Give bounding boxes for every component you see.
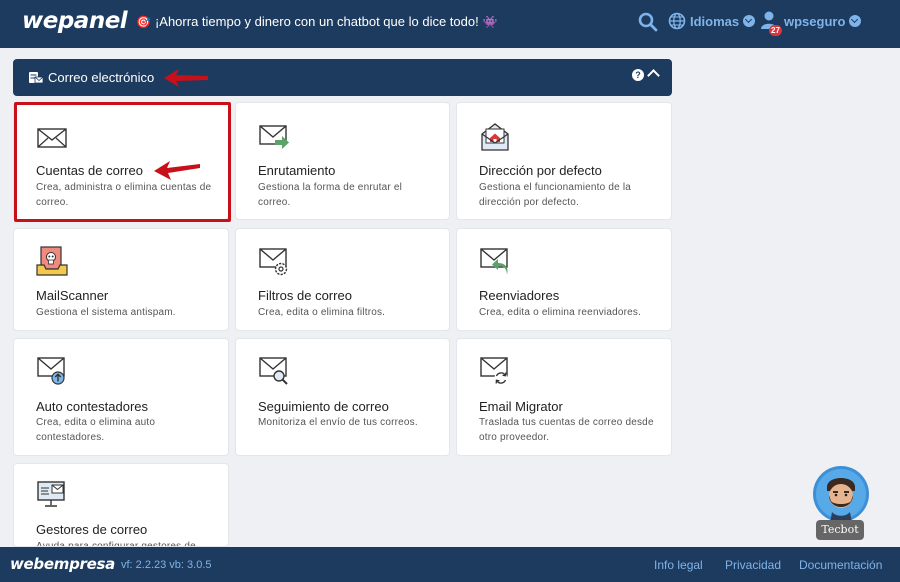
username: wpseguro	[784, 13, 846, 29]
card-seguimiento-de-correo[interactable]: Seguimiento de correo Monitoriza el enví…	[235, 338, 450, 456]
card-enrutamiento[interactable]: Enrutamiento Gestiona la forma de enruta…	[235, 102, 450, 220]
notification-badge: 27	[769, 25, 782, 36]
mailscanner-icon	[36, 246, 68, 276]
card-description: Crea, edita o elimina reenviadores.	[479, 307, 642, 318]
card-description: Crea, administra o elimina cuentas de co…	[36, 182, 212, 208]
card-description: Ayuda para configurar gestores de correo…	[36, 541, 196, 547]
rocket-icon: 🎯	[136, 14, 151, 29]
card-title: Email Migrator	[479, 399, 563, 414]
envelope-upload-icon	[37, 357, 65, 385]
version-info: vf: 2.2.23 vb: 3.0.5	[121, 559, 212, 571]
card-gestores-de-correo[interactable]: Gestores de correo Ayuda para configurar…	[13, 463, 229, 547]
collapse-chevron-icon[interactable]	[647, 69, 660, 82]
help-icon[interactable]: ?	[632, 69, 644, 81]
globe-icon	[668, 12, 686, 30]
section-title: Correo electrónico	[48, 70, 155, 85]
envelope-gear-icon	[259, 248, 288, 276]
webempresa-logo[interactable]: webempresa	[10, 555, 115, 573]
languages-label: Idiomas	[690, 13, 740, 29]
alien-icon: 👾	[482, 14, 498, 29]
user-avatar: 27	[760, 10, 782, 36]
envelope-home-icon	[481, 123, 509, 151]
card-title: Auto contestadores	[36, 399, 149, 414]
promo-text: ¡Ahorra tiempo y dinero con un chatbot q…	[154, 14, 479, 29]
promo-banner[interactable]: 🎯 ¡Ahorra tiempo y dinero con un chatbot…	[136, 14, 498, 29]
envelope-reply-icon	[480, 248, 508, 275]
envelope-forward-icon	[259, 125, 289, 149]
card-description: Monitoriza el envío de tus correos.	[258, 417, 418, 428]
chevron-down-icon	[743, 15, 756, 27]
chevron-down-icon	[849, 15, 862, 27]
bearded-avatar-icon	[813, 466, 869, 523]
card-description: Gestiona el sistema antispam.	[36, 307, 176, 318]
card-reenviadores[interactable]: Reenviadores Crea, edita o elimina reenv…	[456, 228, 672, 331]
footer-link-info-legal[interactable]: Info legal	[654, 558, 703, 572]
top-bar: wepanel 🎯 ¡Ahorra tiempo y dinero con un…	[0, 0, 900, 48]
card-title: Seguimiento de correo	[258, 399, 389, 414]
card-auto-contestadores[interactable]: Auto contestadores Crea, edita o elimina…	[13, 338, 229, 456]
envelope-sync-icon	[480, 357, 508, 385]
user-menu[interactable]: 27 wpseguro	[760, 10, 862, 36]
monitor-mail-icon	[37, 481, 65, 507]
card-description: Traslada tus cuentas de correo desde otr…	[479, 417, 654, 443]
search-icon	[638, 12, 658, 32]
card-title: Filtros de correo	[258, 288, 352, 303]
card-mailscanner[interactable]: MailScanner Gestiona el sistema antispam…	[13, 228, 229, 331]
languages-menu[interactable]: Idiomas	[668, 12, 756, 30]
card-title: Gestores de correo	[36, 522, 148, 537]
card-direccion-por-defecto[interactable]: Dirección por defecto Gestiona el funcio…	[456, 102, 672, 220]
card-filtros-de-correo[interactable]: Filtros de correo Crea, edita o elimina …	[235, 228, 450, 331]
search-button[interactable]	[638, 12, 660, 34]
footer-link-documentacion[interactable]: Documentación	[799, 558, 882, 572]
footer: webempresa vf: 2.2.23 vb: 3.0.5 Info leg…	[0, 547, 900, 582]
envelope-search-icon	[259, 357, 288, 385]
tecbot-label: Tecbot	[816, 520, 864, 540]
card-title: Cuentas de correo	[36, 163, 143, 178]
section-header: Correo electrónico ?	[13, 59, 672, 96]
card-description: Crea, edita o elimina auto contestadores…	[36, 417, 156, 443]
envelope-icon	[37, 128, 67, 148]
annotation-arrow	[164, 69, 208, 87]
card-title: Dirección por defecto	[479, 163, 602, 178]
footer-link-privacidad[interactable]: Privacidad	[725, 558, 781, 572]
card-description: Crea, edita o elimina filtros.	[258, 307, 386, 318]
wepanel-logo[interactable]: wepanel	[22, 8, 128, 34]
mail-server-icon	[29, 71, 43, 83]
annotation-arrow	[154, 161, 200, 180]
card-description: Gestiona la forma de enrutar el correo.	[258, 182, 403, 208]
card-description: Gestiona el funcionamiento de la direcci…	[479, 182, 632, 208]
card-title: Reenviadores	[479, 288, 560, 303]
card-title: Enrutamiento	[258, 163, 336, 178]
card-email-migrator[interactable]: Email Migrator Traslada tus cuentas de c…	[456, 338, 672, 456]
card-title: MailScanner	[36, 288, 109, 303]
